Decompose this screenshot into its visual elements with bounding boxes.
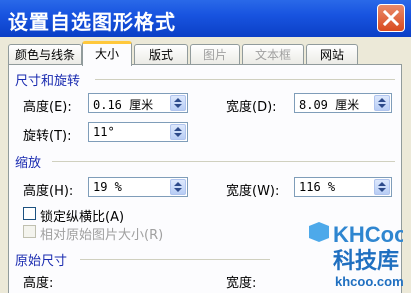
tab-strip: 颜色与线条 大小 版式 图片 文本框 网站 (8, 41, 402, 66)
lock-aspect-ratio-checkbox[interactable] (23, 207, 36, 220)
title-bar: 设置自选图形格式 (0, 0, 411, 37)
spin-down-icon (174, 188, 182, 192)
rotation-spin-buttons[interactable] (170, 124, 186, 140)
watermark-site-cn: 科技库 (333, 249, 399, 274)
original-width-label: 宽度: (226, 276, 257, 291)
scale-height-value[interactable]: 19 % (93, 180, 122, 194)
section-heading-size-rotate: 尺寸和旋转 (15, 74, 81, 89)
rotation-spinner[interactable]: 11° (88, 122, 188, 142)
tab-size[interactable]: 大小 (82, 41, 132, 66)
scale-width-spinner[interactable]: 116 % (294, 177, 392, 197)
spin-down-icon (174, 133, 182, 137)
watermark-logo-text: KHCoo (333, 222, 403, 247)
height-value[interactable]: 0.16 厘米 (93, 96, 153, 113)
lock-aspect-ratio-label[interactable]: 锁定纵横比(A) (40, 206, 124, 225)
format-autoshape-dialog: 设置自选图形格式 颜色与线条 大小 版式 图片 文本框 网站 尺寸和旋转 高度(… (0, 0, 411, 293)
relative-original-size-checkbox[interactable] (23, 225, 36, 238)
section-heading-original-size: 原始尺寸 (15, 254, 68, 269)
watermark-logo: KHCoo 科技库 khcoo.com (303, 218, 408, 290)
width-spin-buttons[interactable] (374, 95, 390, 111)
spin-down-icon (378, 104, 386, 108)
spin-up-icon (378, 182, 386, 186)
scale-height-spinner[interactable]: 19 % (88, 177, 188, 197)
width-value[interactable]: 8.09 厘米 (299, 96, 359, 113)
dialog-title: 设置自选图形格式 (8, 10, 176, 34)
width-label: 宽度(D): (226, 100, 277, 115)
spin-up-icon (174, 182, 182, 186)
relative-original-size-label: 相对原始图片大小(R) (40, 228, 164, 243)
tab-web[interactable]: 网站 (306, 44, 358, 64)
spin-up-icon (378, 98, 386, 102)
rotation-label: 旋转(T): (23, 129, 72, 144)
spin-up-icon (174, 127, 182, 131)
original-height-label: 高度: (23, 276, 54, 291)
scale-width-spin-buttons[interactable] (374, 179, 390, 195)
spin-up-icon (174, 98, 182, 102)
divider (52, 161, 395, 162)
height-spinner[interactable]: 0.16 厘米 (88, 93, 188, 113)
watermark-site-url: khcoo.com (335, 274, 403, 289)
spin-down-icon (378, 188, 386, 192)
tab-layout[interactable]: 版式 (134, 44, 188, 64)
scale-height-spin-buttons[interactable] (170, 179, 186, 195)
divider (95, 79, 395, 80)
tab-text-box[interactable]: 文本框 (242, 44, 304, 64)
height-label: 高度(E): (23, 100, 72, 115)
height-spin-buttons[interactable] (170, 95, 186, 111)
scale-height-label: 高度(H): (23, 184, 74, 199)
scale-width-label: 宽度(W): (226, 184, 280, 199)
close-button[interactable] (377, 4, 405, 32)
close-icon (383, 10, 399, 26)
tab-picture[interactable]: 图片 (190, 44, 240, 64)
section-heading-scale: 缩放 (15, 156, 42, 171)
rotation-value[interactable]: 11° (93, 125, 115, 139)
width-spinner[interactable]: 8.09 厘米 (294, 93, 392, 113)
tab-colors-lines[interactable]: 颜色与线条 (8, 44, 82, 64)
scale-width-value[interactable]: 116 % (299, 180, 335, 194)
spin-down-icon (174, 104, 182, 108)
divider (80, 259, 270, 260)
